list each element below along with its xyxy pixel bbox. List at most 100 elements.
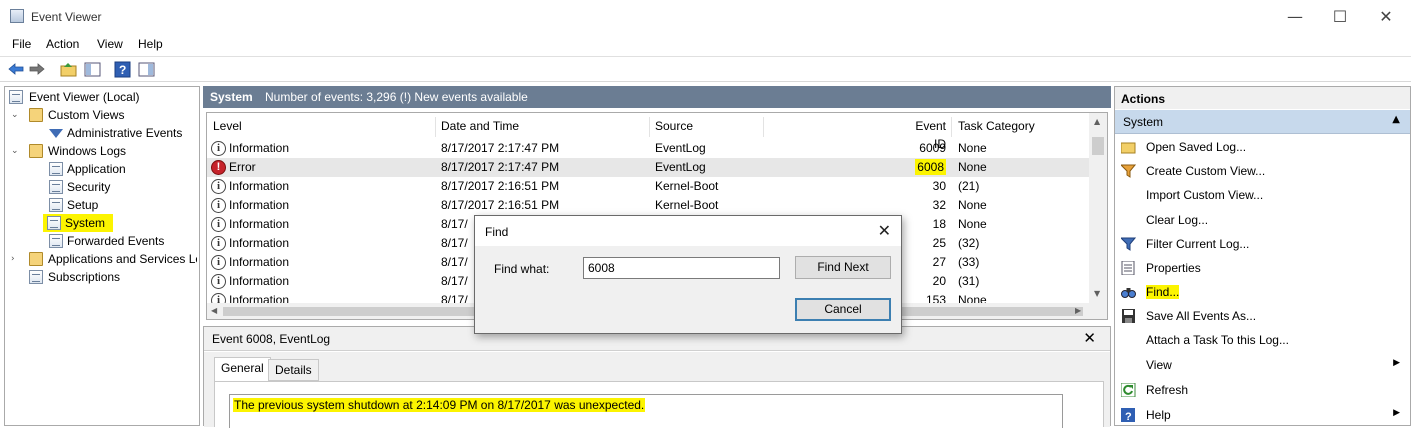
svg-text:?: ? (119, 63, 126, 77)
up-folder-icon[interactable] (60, 61, 78, 78)
folder-icon (29, 108, 43, 122)
close-button[interactable]: ✕ (1372, 6, 1400, 28)
action-refresh[interactable]: Refresh (1115, 379, 1410, 401)
submenu-arrow-icon: ▶ (1393, 358, 1400, 368)
find-what-input[interactable] (583, 257, 780, 279)
cell-source: Kernel-Boot (655, 179, 719, 193)
cell-event-id: 27 (932, 255, 946, 269)
filter-icon (49, 129, 63, 138)
find-dialog: Find ✕ Find what: Find Next Cancel (474, 215, 902, 334)
show-hide-action-pane-icon[interactable] (138, 61, 156, 78)
cell-event-id: 25 (932, 236, 946, 250)
cell-event-id: 18 (932, 217, 946, 231)
action-attach-task[interactable]: Attach a Task To this Log... (1115, 329, 1410, 351)
action-save-all-events[interactable]: Save All Events As... (1115, 305, 1410, 327)
cell-date: 8/17/2017 2:16:51 PM (441, 179, 560, 193)
close-icon[interactable]: ✕ (878, 221, 891, 240)
forward-arrow-icon[interactable] (28, 61, 46, 78)
log-icon (49, 198, 63, 212)
menu-bar: File Action View Help (0, 34, 1411, 56)
table-row[interactable]: i Information 8/17/2017 2:17:47 PM EventLog… (207, 139, 1089, 158)
minimize-button[interactable]: — (1281, 6, 1309, 28)
information-icon: i (211, 198, 226, 213)
action-filter-current-log[interactable]: Filter Current Log... (1115, 233, 1410, 255)
actions-header: Actions (1115, 87, 1410, 109)
filter-icon (1121, 237, 1136, 251)
window-title: Event Viewer (31, 10, 102, 24)
highlighted-event-id: 6008 (915, 159, 946, 175)
log-icon (47, 216, 61, 230)
actions-pane: Actions System ▲ Open Saved Log... Creat… (1114, 86, 1411, 426)
maximize-button[interactable]: ☐ (1326, 6, 1354, 28)
action-open-saved-log[interactable]: Open Saved Log... (1115, 136, 1410, 158)
action-properties[interactable]: Properties (1115, 257, 1410, 279)
column-header-level[interactable]: Level (213, 117, 242, 135)
cell-date: 8/17/2017 2:16:51 PM (441, 198, 560, 212)
cell-level: Information (229, 141, 290, 155)
menu-help[interactable]: Help (138, 37, 163, 51)
tab-general[interactable]: General (214, 357, 271, 381)
svg-text:?: ? (1125, 411, 1132, 422)
chevron-right-icon[interactable]: › (11, 250, 21, 268)
action-import-custom-view[interactable]: Import Custom View... (1115, 184, 1410, 206)
refresh-icon (1121, 383, 1136, 397)
tab-details[interactable]: Details (268, 359, 319, 381)
help-icon: ? (1121, 408, 1135, 422)
action-view[interactable]: View ▶ (1115, 354, 1410, 376)
table-row[interactable]: ! Error 8/17/2017 2:17:47 PM EventLog 6008 No… (207, 158, 1089, 177)
cell-task-category: None (958, 198, 987, 212)
help-icon[interactable]: ? (114, 61, 132, 78)
action-clear-log[interactable]: Clear Log... (1115, 209, 1410, 231)
menu-file[interactable]: File (12, 37, 31, 51)
tree-item-system[interactable]: System (43, 214, 113, 232)
scroll-up-arrow-icon[interactable]: ▲ (1094, 117, 1100, 126)
scroll-left-arrow-icon[interactable]: ◀ (211, 306, 217, 315)
vertical-scrollbar[interactable]: ▲ ▼ (1089, 113, 1107, 303)
event-viewer-icon (10, 9, 24, 23)
cell-task-category: (32) (958, 236, 980, 250)
back-arrow-icon[interactable] (7, 61, 25, 78)
event-description-box[interactable]: The previous system shutdown at 2:14:09 … (229, 394, 1063, 428)
menu-view[interactable]: View (97, 37, 123, 51)
action-help[interactable]: ? Help ▶ (1115, 404, 1410, 426)
scroll-right-arrow-icon[interactable]: ▶ (1075, 306, 1081, 315)
column-header-event-id[interactable]: Event ID (901, 117, 946, 151)
navigation-tree: Event Viewer (Local) ⌄ Custom Views Admi… (4, 86, 200, 426)
menu-action[interactable]: Action (46, 37, 79, 51)
information-icon: i (211, 236, 226, 251)
cell-source: EventLog (655, 141, 706, 155)
show-hide-tree-icon[interactable] (84, 61, 102, 78)
cell-level: Information (229, 236, 290, 250)
action-create-custom-view[interactable]: Create Custom View... (1115, 160, 1410, 182)
close-details-icon[interactable]: ✕ (1083, 329, 1096, 347)
log-name: System (210, 90, 253, 104)
column-header-task-category[interactable]: Task Category (958, 117, 1035, 135)
cell-task-category: None (958, 141, 987, 155)
log-icon (49, 162, 63, 176)
event-details-pane: Event 6008, EventLog ✕ General Details T… (203, 326, 1111, 428)
action-find[interactable]: Find... (1115, 281, 1410, 303)
cell-event-id: 20 (932, 274, 946, 288)
cell-task-category: None (958, 217, 987, 231)
details-title: Event 6008, EventLog (212, 332, 331, 346)
scroll-thumb[interactable] (1092, 137, 1104, 155)
table-row[interactable]: i Information 8/17/2017 2:16:51 PM Kernel-B… (207, 177, 1089, 196)
cell-date: 8/17/ (441, 255, 468, 269)
column-header-source[interactable]: Source (655, 117, 693, 135)
find-next-button[interactable]: Find Next (795, 256, 891, 279)
column-header-date[interactable]: Date and Time (441, 117, 519, 135)
chevron-down-icon[interactable]: ⌄ (11, 106, 21, 124)
information-icon: i (211, 255, 226, 270)
cancel-button[interactable]: Cancel (795, 298, 891, 321)
cell-task-category: (31) (958, 274, 980, 288)
find-dialog-titlebar: Find ✕ (475, 216, 901, 246)
tree-item-applications-and-services[interactable]: › Applications and Services Lo (7, 250, 197, 268)
scroll-down-arrow-icon[interactable]: ▼ (1094, 289, 1100, 298)
chevron-down-icon[interactable]: ⌄ (11, 142, 21, 160)
cell-level: Error (229, 160, 256, 174)
collapse-caret-icon[interactable]: ▲ (1392, 114, 1400, 125)
table-row[interactable]: i Information 8/17/2017 2:16:51 PM Kernel-B… (207, 196, 1089, 215)
log-header: System Number of events: 3,296 (!) New e… (203, 86, 1111, 108)
cell-task-category: (33) (958, 255, 980, 269)
actions-section-system[interactable]: System ▲ (1115, 110, 1410, 134)
